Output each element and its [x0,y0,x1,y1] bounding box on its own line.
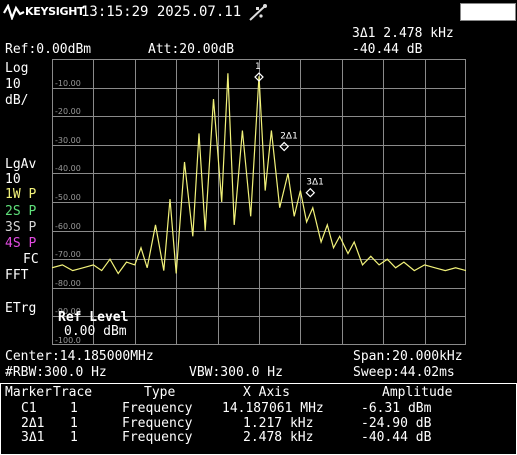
row-marker: 2Δ1 [21,416,45,431]
header-type: Type [144,385,176,400]
rbw[interactable]: #RBW:300.0 Hz [5,366,107,380]
row-type: Frequency [122,416,193,431]
row-x-axis: 1.217 kHz [243,416,314,431]
header-amplitude: Amplitude [382,385,453,400]
row-trace: 1 [70,430,78,445]
y-tick-label: -50.00 [55,193,81,202]
top-status-bar: KEYSIGHT 13:15:29 2025.07.11 [0,0,517,24]
row-marker: 3Δ1 [21,430,45,445]
marker-diamond [279,141,290,152]
status-indicator-box [460,3,516,21]
keysight-logo-icon [3,4,25,20]
marker-diamond [305,187,316,198]
y-tick-label: -80.00 [55,279,81,288]
y-tick-label: -20.00 [55,107,81,116]
ref-level-overlay: Ref Level 0.00 dBm [58,311,128,339]
row-amplitude: -24.90 dB [361,416,432,431]
marker-readout-frequency: 3Δ1 2.478 kHz [352,26,454,41]
ref-level-title: Ref Level [58,310,129,325]
y-tick-label: -70.00 [55,250,81,259]
center-frequency[interactable]: Center:14.185000MHz [5,350,154,364]
row-type: Frequency [122,401,193,416]
table-row[interactable]: C1 1 Frequency 14.187061 MHz -6.31 dBm [1,402,516,416]
row-type: Frequency [122,430,193,445]
header-trace: Trace [53,385,93,400]
attenuation: Att:20.00dB [148,42,235,57]
span[interactable]: Span:20.000kHz [353,350,463,364]
marker-label: 1 [255,62,261,72]
row-trace: 1 [70,401,78,416]
header-x-axis: X Axis [243,385,290,400]
y-tick-label: -60.00 [55,222,81,231]
marker-table: Marker Trace Type X Axis Amplitude C1 1 … [0,383,517,455]
trace-1-status[interactable]: 1W P [5,188,36,202]
y-tick-label: -30.00 [55,136,81,145]
date-time: 13:15:29 2025.07.11 [81,4,242,20]
header-marker: Marker [5,385,52,400]
row-amplitude: -6.31 dBm [361,401,432,416]
sweep-time[interactable]: Sweep:44.02ms [353,366,455,380]
y-axis-ticks: -10.00 -20.00 -30.00 -40.00 -50.00 -60.00 -70.… [55,79,81,345]
marker-readout-amplitude: -40.44 dB [352,42,423,57]
scale-unit: dB/ [5,93,29,108]
reference-level: Ref:0.00dBm [5,42,92,57]
average-type: LgAv [5,157,37,172]
marker-label: 2Δ1 [280,132,298,142]
row-marker: C1 [21,401,37,416]
table-row[interactable]: 2Δ1 1 Frequency 1.217 kHz -24.90 dB [1,417,516,431]
trace-2-status[interactable]: 2S P [5,205,36,219]
marker-label: 3Δ1 [306,178,324,188]
average-count: 10 [5,172,21,187]
row-amplitude: -40.44 dB [361,430,432,445]
row-trace: 1 [70,416,78,431]
y-tick-label: -40.00 [55,164,81,173]
trace-3-status[interactable]: 3S P [5,221,36,235]
sweep-mode-indicator: FFT [5,268,29,283]
scale-type: Log [5,61,29,76]
coupling-indicator: FC [23,252,39,267]
trace-4-status[interactable]: 4S P [5,237,36,251]
vbw[interactable]: VBW:300.0 Hz [189,366,283,380]
y-tick-label: -10.00 [55,79,81,88]
ref-level-value: 0.00 dBm [64,324,127,339]
row-x-axis: 14.187061 MHz [222,401,324,416]
spectrum-plot[interactable]: -10.00 -20.00 -30.00 -40.00 -50.00 -60.00 -70.… [52,59,466,345]
brand-name: KEYSIGHT [25,5,85,18]
graticule-grid [52,59,466,345]
marker-group: 1 2Δ1 3Δ1 [254,62,324,198]
trigger-indicator: ETrg [5,301,37,316]
usb-icon [249,4,267,21]
table-row[interactable]: 3Δ1 1 Frequency 2.478 kHz -40.44 dB [1,431,516,445]
row-x-axis: 2.478 kHz [243,430,314,445]
scale-value: 10 [5,77,21,92]
